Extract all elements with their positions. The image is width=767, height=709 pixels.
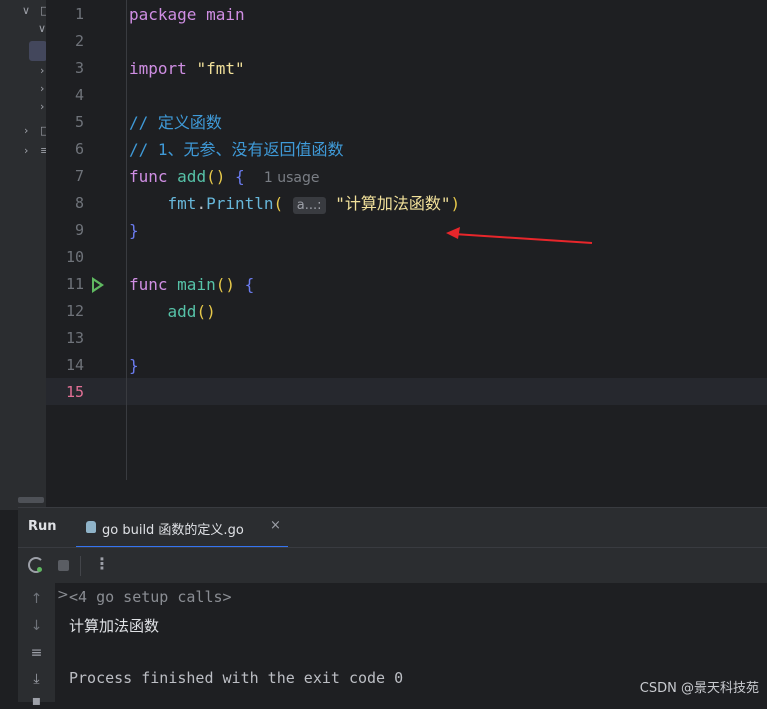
- run-toolbar: ⋮: [18, 547, 767, 583]
- line-number: 4: [74, 86, 84, 104]
- console-exit-line: Process finished with the exit code 0: [69, 669, 404, 687]
- run-side-toolbar: ↑ ↓ ≡ ⤓ ▪: [18, 583, 55, 709]
- scroll-to-end-icon[interactable]: ⤓: [18, 671, 55, 687]
- code-line-11: func main() {: [129, 271, 254, 298]
- code-line-3: import "fmt": [129, 55, 245, 82]
- code-line-7: func add() { 1 usage: [129, 163, 320, 190]
- line-number: 9: [74, 221, 84, 239]
- line-number: 7: [74, 167, 84, 185]
- line-number: 14: [65, 356, 84, 374]
- parens: (): [196, 302, 216, 321]
- run-gutter-icon-inner: [94, 281, 100, 289]
- keyword: package: [129, 5, 197, 24]
- keyword: import: [129, 59, 187, 78]
- usage-hint[interactable]: 1 usage: [264, 170, 320, 186]
- code-comment: // 1、无参、没有返回值函数: [129, 140, 344, 159]
- chevron-right-icon[interactable]: ›: [40, 82, 44, 95]
- brace: }: [129, 221, 139, 240]
- stop-icon[interactable]: [58, 560, 69, 571]
- string-literal: "计算加法函数": [335, 194, 451, 213]
- line-number: 11: [65, 275, 84, 293]
- function-name: add: [177, 167, 207, 186]
- parameter-inlay-hint: a...:: [292, 197, 326, 214]
- keyword: func: [129, 167, 168, 186]
- chevron-right-icon[interactable]: ›: [24, 124, 28, 137]
- line-number: 5: [74, 113, 84, 131]
- code-line-8: fmt.Println( a...: "计算加法函数"): [129, 190, 460, 217]
- line-number: 10: [65, 248, 84, 266]
- chevron-right-icon[interactable]: >: [57, 587, 69, 603]
- line-number-gutter: 1 2 3 4 5 6 7 8 9 10 11 12 13 14 15: [46, 0, 127, 480]
- string-literal: "fmt": [196, 59, 245, 78]
- code-line-12: add(): [129, 298, 216, 325]
- keyword: func: [129, 275, 168, 294]
- line-number-current: 15: [65, 383, 84, 401]
- soft-wrap-icon[interactable]: ≡: [18, 645, 55, 661]
- left-tool-strip: [0, 0, 19, 510]
- caret-line-highlight: [46, 378, 767, 405]
- close-icon[interactable]: ×: [270, 518, 281, 533]
- code-editor[interactable]: 1 2 3 4 5 6 7 8 9 10 11 12 13 14 15 pack…: [46, 0, 767, 505]
- brace: {: [234, 167, 245, 186]
- line-number: 1: [74, 5, 84, 23]
- line-number: 3: [74, 59, 84, 77]
- tree-scrollbar[interactable]: [18, 497, 44, 503]
- chevron-right-icon[interactable]: ›: [40, 100, 44, 113]
- dot: .: [196, 194, 207, 213]
- line-number: 8: [74, 194, 84, 212]
- package-name: main: [206, 5, 245, 24]
- run-tab[interactable]: go build 函数的定义.go ×: [76, 508, 288, 548]
- project-tree[interactable]: ∨ □ ∨ › › › › □ › ≡: [18, 0, 46, 510]
- parens: (): [206, 167, 226, 186]
- arrow-up-icon[interactable]: ↑: [18, 591, 55, 607]
- rerun-status-dot: [37, 567, 42, 572]
- go-file-icon: [86, 521, 96, 533]
- run-panel-title: Run: [28, 519, 57, 534]
- chevron-right-icon[interactable]: ›: [40, 64, 44, 77]
- tree-selected-item[interactable]: [29, 41, 46, 61]
- package-ref: fmt: [167, 194, 197, 213]
- line-number: 2: [74, 32, 84, 50]
- call-name: Println: [206, 194, 274, 213]
- console-output: 计算加法函数: [69, 617, 160, 635]
- brace: }: [129, 356, 139, 375]
- watermark: CSDN @景天科技苑: [639, 681, 759, 696]
- call-name: add: [167, 302, 197, 321]
- brace: {: [244, 275, 255, 294]
- annotation-arrow: [446, 227, 593, 244]
- line-number: 6: [74, 140, 84, 158]
- code-line-1: package main: [129, 1, 245, 28]
- run-panel-header: Run go build 函数的定义.go ×: [18, 507, 767, 548]
- chevron-down-icon[interactable]: ∨: [22, 4, 30, 17]
- line-number: 12: [65, 302, 84, 320]
- chevron-right-icon[interactable]: ›: [24, 144, 28, 157]
- print-icon[interactable]: ▪: [18, 693, 55, 709]
- run-tab-label: go build 函数的定义.go: [102, 523, 244, 538]
- paren-open: (: [273, 194, 284, 213]
- line-number: 13: [65, 329, 84, 347]
- more-options-icon[interactable]: ⋮: [94, 554, 110, 573]
- parens: (): [215, 275, 235, 294]
- chevron-down-icon[interactable]: ∨: [38, 22, 46, 35]
- paren-close: ): [450, 194, 461, 213]
- console-setup-calls[interactable]: <4 go setup calls>: [69, 588, 232, 606]
- toolbar-divider: [80, 556, 81, 576]
- arrow-down-icon[interactable]: ↓: [18, 618, 55, 634]
- function-name: main: [177, 275, 216, 294]
- code-comment: // 定义函数: [129, 113, 222, 132]
